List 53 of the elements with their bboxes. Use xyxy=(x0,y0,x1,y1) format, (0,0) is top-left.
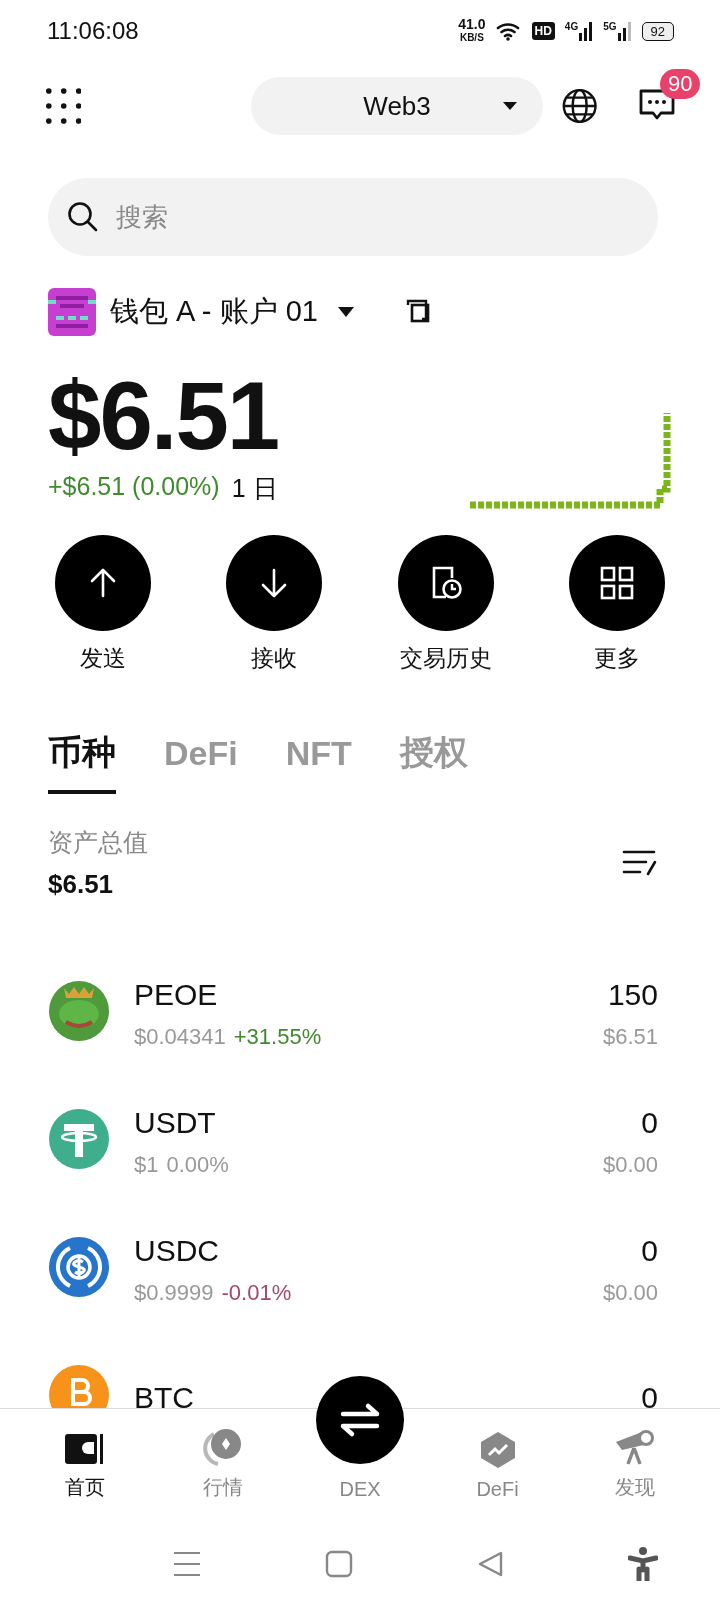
nav-tab[interactable]: DEX xyxy=(305,1355,415,1509)
wallet-selector[interactable]: 钱包 A - 账户 01 xyxy=(110,292,354,332)
battery-indicator: 92 xyxy=(641,21,674,41)
asset-tab[interactable]: 币种 xyxy=(48,730,116,794)
wallet-icon xyxy=(64,1432,106,1466)
wallet-avatar-icon xyxy=(48,288,96,336)
search-input[interactable]: 搜索 xyxy=(114,200,640,234)
network-selector[interactable]: Web3 xyxy=(251,77,543,135)
period-label: 1 日 xyxy=(231,473,278,504)
token-value: $6.51 xyxy=(602,1024,658,1050)
grid-icon xyxy=(599,565,635,601)
copy-icon[interactable] xyxy=(405,299,432,325)
token-name: PEOE xyxy=(134,978,219,1012)
token-amount: 0 xyxy=(641,1234,658,1268)
token-name: USDC xyxy=(134,1234,220,1268)
token-amount: 150 xyxy=(607,978,658,1012)
token-value: $0.00 xyxy=(602,1152,658,1178)
apps-menu-icon[interactable] xyxy=(46,87,82,125)
accessibility-icon[interactable] xyxy=(628,1547,659,1581)
price-change: +31.55% xyxy=(233,1024,322,1050)
token-price: $0.9999 xyxy=(134,1280,214,1306)
token-amount: 0 xyxy=(641,1106,658,1140)
search-field[interactable]: 搜索 xyxy=(48,178,658,256)
signal-4g: 4G xyxy=(564,21,594,41)
token-price: $0.04341 xyxy=(134,1024,226,1050)
menu-icon[interactable] xyxy=(171,1551,202,1577)
price-change: 0.00% xyxy=(166,1152,229,1178)
back-icon[interactable] xyxy=(476,1550,505,1578)
wifi-icon xyxy=(495,21,522,41)
caret-icon xyxy=(502,102,517,110)
signal-5g: 5G xyxy=(603,21,632,41)
total-assets-value: $6.51 xyxy=(48,869,115,900)
price-change: -0.01% xyxy=(221,1280,292,1306)
token-price: $1 xyxy=(134,1152,159,1178)
notification-badge: 90 xyxy=(660,69,701,99)
home-icon[interactable] xyxy=(325,1550,354,1578)
balance-change: +$6.51 (0.00%) xyxy=(48,472,220,502)
coin-icon xyxy=(48,1236,110,1298)
nav-tab[interactable]: DeFi xyxy=(442,1409,553,1509)
network-speed: 41.0 KB/S xyxy=(458,18,486,44)
coin-icon xyxy=(201,1426,244,1466)
token-value: $0.00 xyxy=(602,1280,658,1306)
sort-icon[interactable] xyxy=(622,848,658,878)
status-time: 11:06:08 xyxy=(47,17,139,45)
coin-icon xyxy=(48,980,110,1042)
total-assets-label: 资产总值 xyxy=(48,827,148,858)
search-icon xyxy=(66,200,100,234)
balance-amount: $6.51 xyxy=(48,364,279,468)
coin-icon xyxy=(48,1108,110,1170)
caret-icon xyxy=(337,307,354,317)
globe-icon[interactable] xyxy=(560,86,598,126)
token-name: USDT xyxy=(134,1106,217,1140)
hd-badge: HD xyxy=(531,22,555,40)
